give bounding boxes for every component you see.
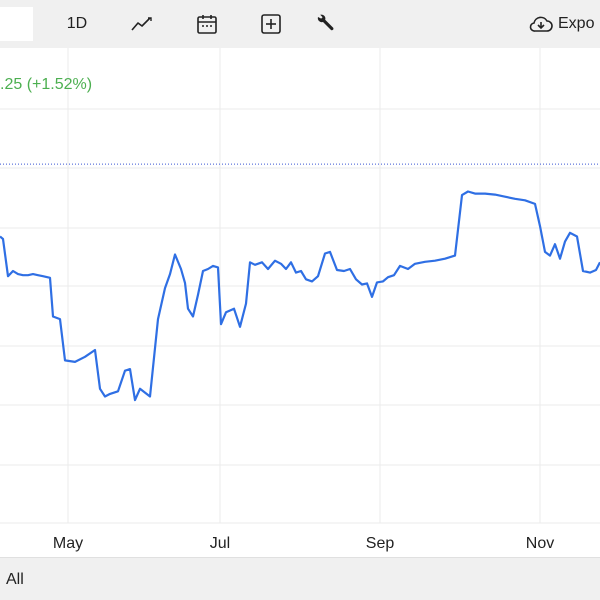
line-style-icon [131, 17, 152, 31]
export-label: Expo [558, 15, 595, 32]
x-axis-ticks: May Jul Sep Nov [53, 535, 554, 552]
settings-button[interactable] [313, 0, 337, 48]
range-all-button[interactable]: All [6, 571, 24, 589]
chart-grid [0, 48, 600, 524]
cloud-download-icon [529, 16, 553, 32]
add-indicator-button[interactable] [259, 0, 283, 48]
chart-style-button[interactable] [128, 0, 156, 48]
symbol-search-input[interactable] [0, 7, 33, 41]
export-button[interactable]: Expo [528, 0, 600, 48]
interval-label: 1D [66, 15, 88, 32]
x-tick-label: May [53, 535, 83, 552]
date-range-button[interactable] [195, 0, 219, 48]
x-tick-label: Sep [366, 535, 395, 552]
calendar-icon [197, 15, 217, 34]
price-change-text: .25 (+1.52%) [0, 76, 93, 93]
price-chart[interactable]: May Jul Sep Nov [0, 48, 600, 557]
interval-button[interactable]: 1D [60, 0, 94, 48]
x-tick-label: Jul [210, 535, 230, 552]
add-indicator-icon [261, 14, 281, 34]
price-series-line [0, 190, 600, 402]
x-tick-label: Nov [526, 535, 554, 552]
chart-toolbar: 1D Expo [0, 0, 600, 48]
settings-wrench-icon [317, 14, 334, 31]
range-selector-bar: All [0, 557, 600, 600]
